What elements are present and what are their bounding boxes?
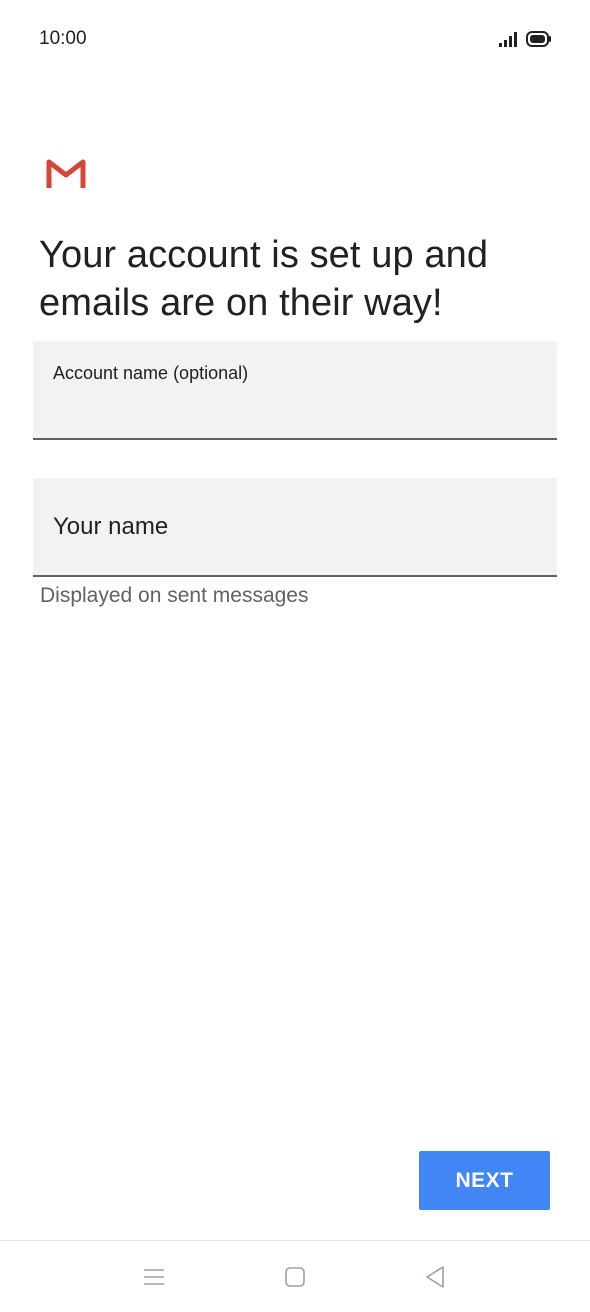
account-name-field[interactable]: Account name (optional) [33,341,557,440]
status-time: 10:00 [39,28,87,49]
back-button[interactable] [421,1263,449,1291]
status-bar: 10:00 [0,0,590,80]
signal-icon [499,32,517,47]
your-name-helper-text: Displayed on sent messages [40,584,309,607]
battery-icon [526,31,551,47]
your-name-placeholder: Your name [53,513,169,540]
gmail-logo [46,159,86,188]
account-name-label: Account name (optional) [53,363,249,383]
page-title: Your account is set up and emails are on… [39,234,489,324]
home-icon [285,1267,305,1287]
menu-icon [144,1269,164,1285]
status-icons [498,28,552,50]
back-icon [426,1266,444,1288]
menu-button[interactable] [140,1263,168,1291]
your-name-field[interactable]: Your name [33,478,557,577]
home-button[interactable] [281,1263,309,1291]
nav-bar [0,1241,590,1312]
next-button[interactable]: NEXT [419,1151,550,1210]
